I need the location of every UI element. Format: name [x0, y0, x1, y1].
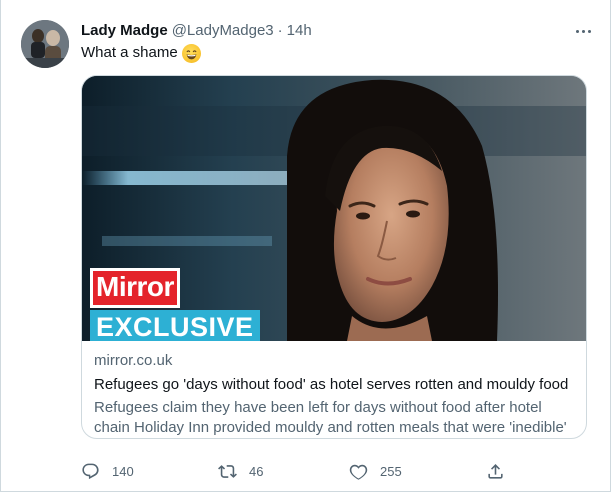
reply-button[interactable]: 140 [81, 460, 134, 482]
card-body[interactable]: mirror.co.uk Refugees go 'days without f… [82, 341, 586, 438]
card-image[interactable]: Mirror EXCLUSIVE [82, 76, 586, 341]
exclusive-label: EXCLUSIVE [90, 310, 260, 341]
card-title: Refugees go 'days without food' as hotel… [94, 376, 569, 393]
card-domain: mirror.co.uk [94, 352, 173, 369]
retweet-icon [218, 464, 237, 478]
display-name[interactable]: Lady Madge [81, 21, 168, 41]
tweet[interactable]: Lady Madge @LadyMadge3 · 14h What a sham… [0, 0, 611, 492]
share-icon [488, 463, 503, 479]
retweet-button[interactable]: 46 [218, 460, 263, 482]
separator-dot: · [277, 22, 283, 39]
like-count: 255 [380, 463, 402, 479]
user-handle[interactable]: @LadyMadge3 [172, 21, 274, 41]
tweet-text-content: What a shame [81, 44, 178, 61]
link-card[interactable]: Mirror EXCLUSIVE mirror.co.uk Refugees g… [81, 75, 587, 439]
share-button[interactable] [486, 460, 505, 482]
tweet-text: What a shame [81, 43, 201, 63]
retweet-count: 46 [249, 463, 264, 479]
more-options-icon[interactable] [570, 20, 596, 42]
mirror-logo: Mirror [90, 268, 180, 308]
reply-count: 140 [112, 463, 134, 479]
tweet-timestamp[interactable]: 14h [287, 21, 312, 41]
grinning-face-emoji-icon [181, 43, 201, 63]
heart-icon [349, 464, 368, 480]
reply-icon [82, 463, 99, 479]
tweet-header: Lady Madge @LadyMadge3 · 14h [81, 21, 312, 41]
tweet-actions: 140 46 255 [81, 460, 511, 482]
like-button[interactable]: 255 [349, 460, 402, 482]
avatar[interactable] [21, 20, 69, 68]
card-description: Refugees claim they have been left for d… [94, 399, 567, 436]
